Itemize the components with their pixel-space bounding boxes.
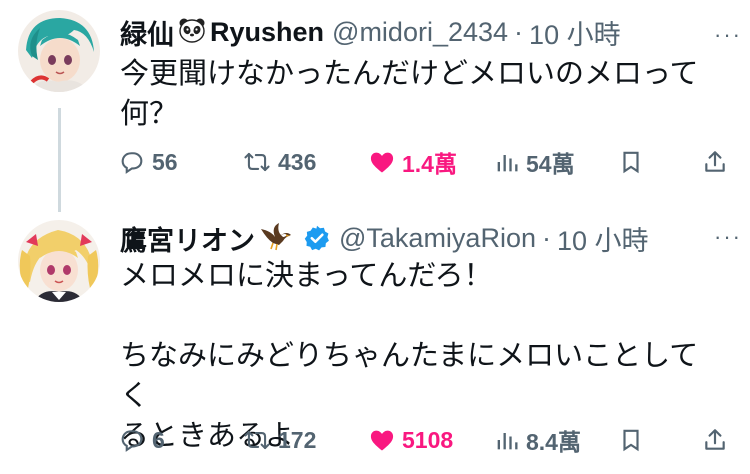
views-count: 8.4萬 [526,429,581,455]
like-count: 5108 [402,426,454,453]
share-button[interactable] [702,146,728,178]
share-button[interactable] [702,424,728,456]
bookmark-button[interactable] [618,424,644,456]
verified-badge-icon[interactable] [303,224,331,252]
share-icon [702,426,728,454]
like-button[interactable]: 5108 [368,424,453,456]
retweet-count: 436 [278,148,317,175]
tweet-header: 鷹宮リオン @TakamiyaRion · 10 小時 [120,218,730,258]
thread-connector-line [58,108,61,212]
avatar-ryushen[interactable] [18,10,100,92]
heart-filled-icon [368,148,396,176]
more-options-icon[interactable]: ··· [714,22,742,48]
retweet-icon [242,148,272,176]
reply-button[interactable]: 56 [118,146,178,178]
reply-icon [118,426,146,454]
heart-filled-icon [368,426,396,454]
separator-dot: · [541,222,551,253]
bookmark-button[interactable] [618,146,644,178]
eagle-icon [259,221,293,256]
retweet-button[interactable]: 436 [242,146,316,178]
panda-face-icon [178,16,206,49]
views-button[interactable]: 8.4萬 [494,424,581,456]
separator-dot: · [514,16,524,47]
bookmark-icon [618,148,644,176]
tweet-text: 今更聞けなかったんだけどメロいのメロって 何？ [120,58,699,130]
reply-icon [118,148,146,176]
views-chart-icon [494,426,520,454]
tweet-2[interactable]: 鷹宮リオン @TakamiyaRion · 10 小時 ··· メロメロに決まっ… [0,206,750,474]
bookmark-icon [618,426,644,454]
tweet-1[interactable]: 緑仙 Ryushen @midori_2434 · 10 小時 ··· 今更聞け… [0,0,750,212]
retweet-button[interactable]: 172 [242,424,316,456]
display-name[interactable]: 鷹宮リオン [120,219,255,258]
reply-button[interactable]: 6 [118,424,165,456]
share-icon [702,148,728,176]
retweet-count: 172 [278,426,317,453]
tweet-header: 緑仙 Ryushen @midori_2434 · 10 小時 [120,12,730,52]
display-name[interactable]: 緑仙 [120,13,174,52]
tweet-actions: 6 172 5108 8.4萬 [118,424,732,456]
timestamp[interactable]: 10 小時 [529,13,621,52]
like-button[interactable]: 1.4萬 [368,146,457,178]
avatar-takamiya-rion[interactable] [18,220,100,302]
views-button[interactable]: 54萬 [494,146,575,178]
display-name-suffix[interactable]: Ryushen [210,17,324,48]
user-handle[interactable]: @TakamiyaRion [339,223,536,254]
timestamp[interactable]: 10 小時 [557,219,649,258]
views-chart-icon [494,148,520,176]
like-count: 1.4萬 [402,151,457,177]
reply-count: 56 [152,148,178,175]
user-handle[interactable]: @midori_2434 [332,17,508,48]
more-options-icon[interactable]: ··· [714,224,742,250]
retweet-icon [242,426,272,454]
views-count: 54萬 [526,151,575,177]
tweet-actions: 56 436 1.4萬 54萬 [118,146,732,178]
reply-count: 6 [152,426,165,453]
